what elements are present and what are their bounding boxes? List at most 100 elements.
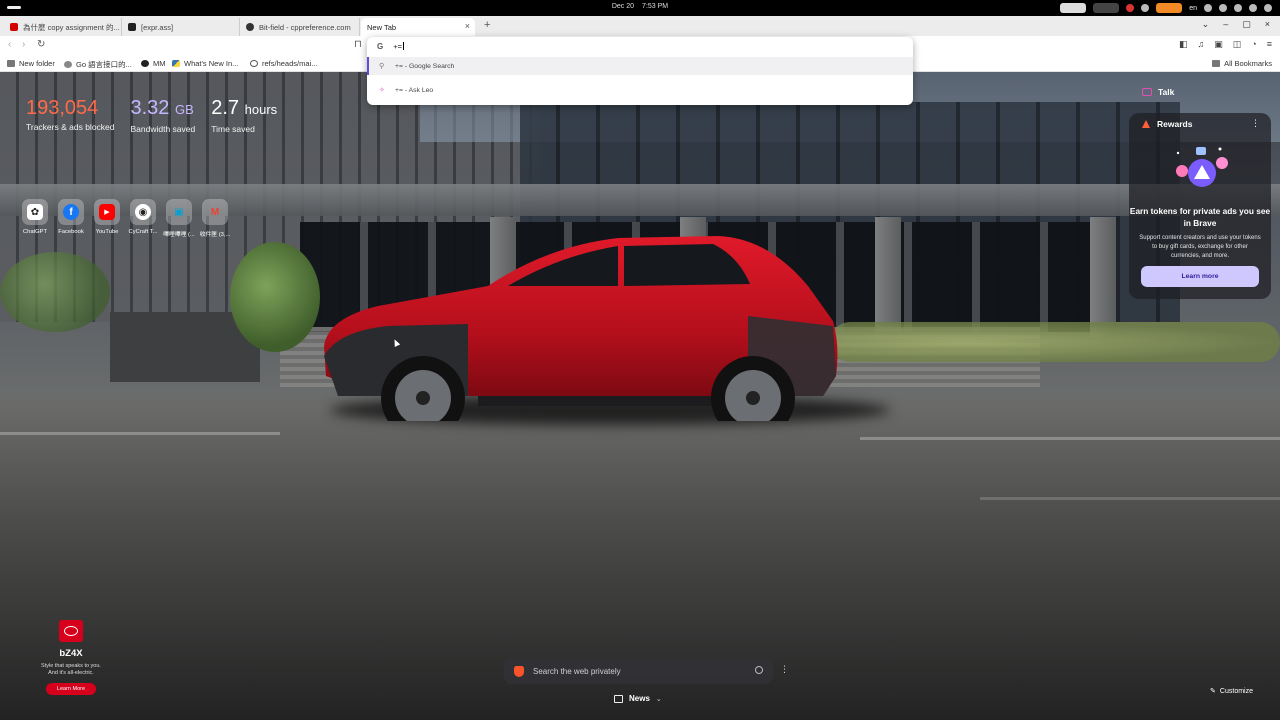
close-window-icon[interactable]: × <box>1265 19 1270 30</box>
minimize-icon[interactable]: – <box>1223 19 1228 30</box>
search-engine-icon[interactable]: G <box>377 42 383 51</box>
tab-strip: 為什麼 copy assignment 的... [expr.ass] Bit-… <box>0 16 1280 36</box>
bookmark-icon <box>64 61 72 68</box>
toyota-car-image <box>324 236 838 421</box>
chevron-down-icon: ⌄ <box>655 695 662 703</box>
tab-title: [expr.ass] <box>141 22 174 32</box>
top-site-chatgpt[interactable]: ✿ ChatGPT <box>20 199 50 238</box>
brave-tray-icon[interactable] <box>1126 4 1135 12</box>
bookmark-whats-new[interactable]: What's New In... <box>172 59 238 68</box>
tab-copy-assignment[interactable]: 為什麼 copy assignment 的... <box>4 18 122 36</box>
workspace-indicator-2[interactable] <box>1093 3 1120 13</box>
ad-tagline-line1: Style that speaks to you. <box>41 663 101 669</box>
top-site-label: 嗶哩嗶哩 (... <box>163 232 195 238</box>
news-button[interactable]: News ⌄ <box>614 694 662 703</box>
private-search-box[interactable]: Search the web privately <box>504 659 773 684</box>
search-icon[interactable] <box>755 666 763 674</box>
top-site-label: Facebook <box>58 229 84 235</box>
bookmark-mm[interactable]: MM <box>141 59 166 68</box>
rewards-illustration-icon <box>1176 147 1228 187</box>
system-tray: en <box>1060 2 1272 14</box>
top-site-gmail[interactable]: M 收件匣 (3,... <box>200 199 230 238</box>
suggestion-ask-leo[interactable]: ✧ += - Ask Leo <box>367 81 913 99</box>
vpn-icon[interactable]: ◔ <box>1251 39 1256 50</box>
tab-title: New Tab <box>367 22 397 32</box>
workspace-indicator[interactable] <box>1060 3 1087 13</box>
trackers-stat: 193,054 Trackers & ads blocked <box>26 97 115 134</box>
maximize-icon[interactable]: ▢ <box>1242 19 1251 30</box>
road-stripe <box>860 437 1280 440</box>
rewards-learn-more-button[interactable]: Learn more <box>1141 266 1259 287</box>
suggestion-google-search[interactable]: ⚲ += - Google Search <box>367 57 913 75</box>
toolbar-extensions: ◧ ♫ ▣ ◫ ◔ ≡ <box>1179 39 1272 50</box>
customize-button[interactable]: ✎ Customize <box>1210 687 1253 696</box>
menu-icon[interactable]: ≡ <box>1267 39 1272 50</box>
customize-label: Customize <box>1219 687 1253 695</box>
bookmark-go-interface[interactable]: Go 語言接口的... <box>64 59 132 70</box>
cycraft-icon: ◉ <box>135 204 151 220</box>
road-stripe <box>0 432 280 435</box>
volume-icon[interactable] <box>1249 4 1257 12</box>
bandwidth-stat: 3.32 GB Bandwidth saved <box>131 97 196 134</box>
youtube-favicon-icon <box>10 23 18 31</box>
all-bookmarks-button[interactable]: All Bookmarks <box>1212 59 1272 68</box>
address-bar-input[interactable]: G += <box>367 37 913 55</box>
window-controls: ⌄ – ▢ × <box>1202 19 1270 30</box>
new-tab-button[interactable]: + <box>484 19 490 31</box>
brave-lion-icon <box>514 666 524 677</box>
tab-bit-field[interactable]: Bit-field - cppreference.com <box>240 18 360 36</box>
toyota-logo-icon[interactable] <box>59 620 83 642</box>
extension-icon[interactable]: ◧ <box>1179 39 1188 50</box>
talk-icon <box>1142 88 1152 96</box>
text-caret <box>403 42 404 50</box>
tree <box>230 242 320 352</box>
more-options-icon[interactable]: ⋮ <box>1251 118 1260 129</box>
search-options-icon[interactable]: ⋮ <box>780 664 789 675</box>
top-site-label: CyCraft T... <box>128 229 158 235</box>
reload-icon[interactable]: ↻ <box>37 39 45 50</box>
tab-new-tab[interactable]: New Tab × <box>361 18 475 36</box>
top-site-youtube[interactable]: ▶ YouTube <box>92 199 122 238</box>
microphone-icon[interactable] <box>1204 4 1212 12</box>
road-stripe <box>980 497 1280 500</box>
power-icon[interactable] <box>1264 4 1272 12</box>
language-indicator[interactable]: en <box>1189 5 1197 12</box>
leo-sidebar-icon[interactable]: ◫ <box>1233 39 1242 50</box>
tab-search-icon[interactable]: ⌄ <box>1202 19 1210 30</box>
bookmark-page-icon[interactable]: ⊓ <box>354 39 362 50</box>
time-unit: hours <box>244 102 278 117</box>
leo-icon: ✧ <box>379 87 385 94</box>
top-site-cycraft[interactable]: ◉ CyCraft T... <box>128 199 158 238</box>
search-icon: ⚲ <box>379 63 385 70</box>
system-date: Dec 20 <box>611 3 635 10</box>
sponsored-ad: bZ4X Style that speaks to you. And it's … <box>32 620 110 695</box>
folder-icon <box>1212 60 1221 67</box>
pillar <box>1090 217 1116 337</box>
trackers-label: Trackers & ads blocked <box>26 122 115 132</box>
time-label: Time saved <box>211 124 255 134</box>
forward-arrow-icon[interactable]: › <box>22 39 25 50</box>
input-method-icon[interactable] <box>1156 3 1183 13</box>
discord-tray-icon[interactable] <box>1141 4 1150 12</box>
gmail-icon: M <box>210 206 220 218</box>
tab-expr-ass[interactable]: [expr.ass] <box>122 18 240 36</box>
wifi-icon[interactable] <box>1219 4 1227 12</box>
time-value: 2.7 <box>211 97 240 119</box>
top-site-bilibili[interactable]: ▣ 嗶哩嗶哩 (... <box>163 199 195 238</box>
rewards-heading: Earn tokens for private ads you see in B… <box>1129 206 1271 228</box>
top-site-facebook[interactable]: f Facebook <box>56 199 86 238</box>
bandwidth-value: 3.32 <box>130 97 170 119</box>
close-tab-icon[interactable]: × <box>465 21 470 31</box>
ad-learn-more-button[interactable]: Learn More <box>46 683 96 695</box>
bookmark-new-folder[interactable]: New folder <box>7 59 55 68</box>
bookmark-refs-heads[interactable]: refs/heads/mai... <box>250 59 317 68</box>
bluetooth-icon[interactable] <box>1234 4 1242 12</box>
talk-widget[interactable]: Talk <box>1142 87 1174 97</box>
back-arrow-icon[interactable]: ‹ <box>8 39 11 50</box>
pillar <box>875 217 901 337</box>
all-bookmarks-label: All Bookmarks <box>1224 59 1272 68</box>
facebook-icon: f <box>63 204 79 220</box>
media-icon[interactable]: ♫ <box>1198 39 1205 50</box>
wallet-icon[interactable]: ▣ <box>1214 39 1223 50</box>
bookmark-label: What's New In... <box>184 59 239 68</box>
